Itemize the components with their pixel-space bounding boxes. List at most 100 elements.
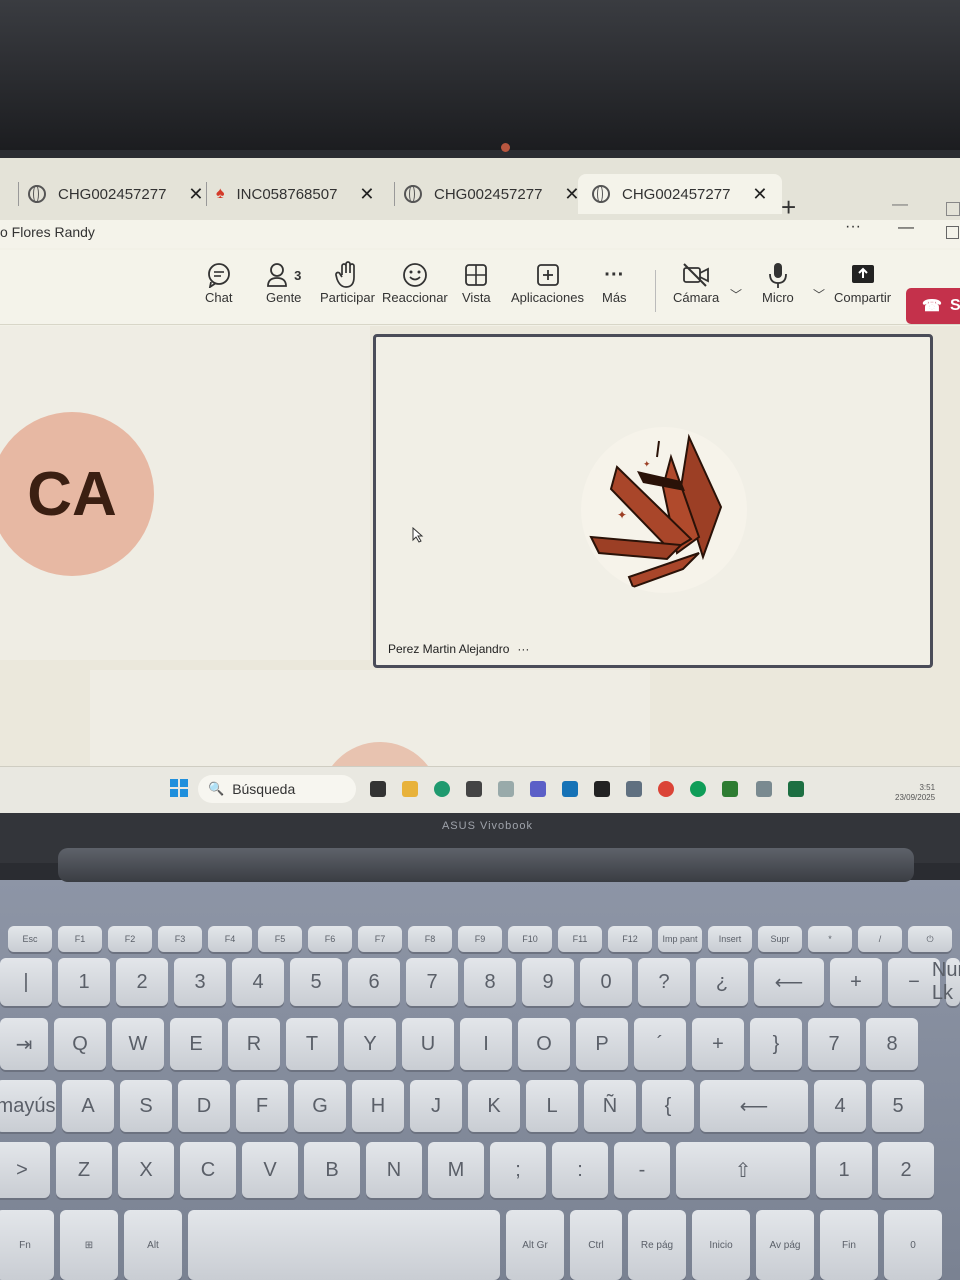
- leave-button[interactable]: ☎ S: [906, 288, 960, 324]
- participant-avatar-logo: ✦ ✦: [581, 427, 747, 593]
- teams-icon[interactable]: [530, 781, 546, 797]
- flame-icon: ♠: [216, 185, 225, 202]
- maximize-icon[interactable]: [946, 226, 959, 239]
- camera-button[interactable]: Cámara: [673, 260, 719, 305]
- keyboard-key: 0: [884, 1210, 942, 1280]
- laptop-brand-label: ASUS Vivobook: [441, 820, 534, 832]
- keyboard-key: B: [304, 1142, 360, 1198]
- taskbar-search[interactable]: 🔍 Búsqueda: [198, 775, 356, 803]
- new-tab-button[interactable]: +: [781, 192, 796, 223]
- react-button[interactable]: Reaccionar: [382, 260, 448, 305]
- snipping-tool-icon[interactable]: [498, 781, 514, 797]
- leave-label: S: [949, 297, 960, 314]
- keyboard-key: J: [410, 1080, 462, 1132]
- participant-name-text: Perez Martin Alejandro: [388, 642, 510, 656]
- keyboard-key: O: [518, 1018, 570, 1070]
- edge-icon[interactable]: [434, 781, 450, 797]
- terminal-icon[interactable]: [594, 781, 610, 797]
- windows-start-icon[interactable]: [170, 779, 188, 797]
- keyboard-key: Z: [56, 1142, 112, 1198]
- window-title-bar: o Flores Randy ··· —: [0, 218, 960, 248]
- excel-icon[interactable]: [788, 781, 804, 797]
- people-icon: 3: [266, 260, 301, 290]
- view-label: Vista: [462, 290, 491, 305]
- keyboard-key: R: [228, 1018, 280, 1070]
- browser-tab[interactable]: CHG002457277 ✕: [404, 174, 580, 214]
- keyboard-key: 7: [808, 1018, 860, 1070]
- raise-hand-button[interactable]: Participar: [320, 260, 375, 305]
- participant-options-icon[interactable]: ···: [517, 642, 529, 656]
- store-icon[interactable]: [466, 781, 482, 797]
- keyboard-key: |: [0, 958, 52, 1006]
- keyboard-key: F12: [608, 926, 652, 952]
- keyboard-key: -: [614, 1142, 670, 1198]
- participant-tile-active[interactable]: ✦ ✦ Perez Martin Alejandro ···: [373, 334, 933, 668]
- chevron-down-icon[interactable]: ﹀: [730, 286, 742, 303]
- keyboard-key: ´: [634, 1018, 686, 1070]
- people-button[interactable]: 3 Gente: [266, 260, 301, 305]
- keyboard-key: F2: [108, 926, 152, 952]
- keyboard-key: E: [170, 1018, 222, 1070]
- keyboard-key: ⊞: [60, 1210, 118, 1280]
- close-icon[interactable]: ✕: [752, 184, 767, 205]
- calendar-app-icon[interactable]: [722, 781, 738, 797]
- remote-desktop-icon[interactable]: [626, 781, 642, 797]
- mic-button[interactable]: Micro: [762, 260, 794, 305]
- close-icon[interactable]: ✕: [188, 184, 203, 205]
- participant-tile[interactable]: CA: [0, 326, 370, 660]
- apps-button[interactable]: Aplicaciones: [511, 260, 584, 305]
- chat-label: Chat: [205, 290, 233, 305]
- keyboard-key: 2: [116, 958, 168, 1006]
- network-tool-icon[interactable]: [756, 781, 772, 797]
- keyboard-key: }: [750, 1018, 802, 1070]
- keyboard-key: 1: [58, 958, 110, 1006]
- file-explorer-icon[interactable]: [402, 781, 418, 797]
- view-button[interactable]: Vista: [462, 260, 491, 305]
- close-icon[interactable]: ✕: [359, 184, 374, 205]
- browser-tab[interactable]: CHG002457277 ✕: [28, 174, 204, 214]
- task-view-icon[interactable]: [370, 781, 386, 797]
- share-button[interactable]: Compartir: [834, 260, 891, 305]
- camera-label: Cámara: [673, 290, 720, 305]
- keyboard-key: P: [576, 1018, 628, 1070]
- minimize-icon[interactable]: —: [898, 219, 914, 237]
- keyboard-key: {: [642, 1080, 694, 1132]
- tab-label: CHG002457277: [622, 185, 731, 203]
- chrome-profile-icon[interactable]: [690, 781, 706, 797]
- keyboard-key: 8: [464, 958, 516, 1006]
- clock-time: 3:51: [919, 783, 936, 792]
- clock-date: 23/09/2025: [895, 793, 936, 802]
- keyboard-key: G: [294, 1080, 346, 1132]
- chat-button[interactable]: Chat: [205, 260, 232, 305]
- keyboard-key: C: [180, 1142, 236, 1198]
- more-options-icon[interactable]: ···: [845, 218, 861, 236]
- keyboard-key: F8: [408, 926, 452, 952]
- outlook-icon[interactable]: [562, 781, 578, 797]
- keyboard-key: L: [526, 1080, 578, 1132]
- maximize-icon[interactable]: [946, 202, 960, 216]
- browser-tab[interactable]: ♠ INC058768507 ✕: [216, 174, 375, 214]
- taskbar-clock[interactable]: 3:51 23/09/2025: [895, 783, 935, 803]
- laptop-hinge: [58, 848, 914, 882]
- keyboard-key: 5: [872, 1080, 924, 1132]
- meeting-stage: CA ✦ ✦ Perez Martin Alejandro ···: [0, 326, 960, 813]
- keyboard-key: 4: [232, 958, 284, 1006]
- minimize-icon[interactable]: —: [892, 196, 908, 214]
- smiley-icon: [402, 260, 428, 290]
- tab-label: CHG002457277: [58, 185, 167, 203]
- meeting-toolbar: Chat 3 Gente Participar Reaccionar Vista…: [0, 250, 960, 325]
- keyboard-key: +: [692, 1018, 744, 1070]
- keyboard-key: F4: [208, 926, 252, 952]
- browser-tab-bar: CHG002457277 ✕ ♠ INC058768507 ✕ CHG00245…: [0, 158, 960, 223]
- svg-text:✦: ✦: [643, 460, 651, 470]
- keyboard-key: X: [118, 1142, 174, 1198]
- chrome-icon[interactable]: [658, 781, 674, 797]
- chevron-down-icon[interactable]: ﹀: [813, 286, 825, 303]
- keyboard-key: +: [830, 958, 882, 1006]
- keyboard-key: mayús: [0, 1080, 56, 1132]
- hand-icon: [334, 260, 360, 290]
- share-icon: [850, 260, 876, 290]
- more-button[interactable]: ··· Más: [602, 260, 627, 306]
- browser-tab-active[interactable]: CHG002457277 ✕: [578, 174, 782, 214]
- raise-label: Participar: [320, 290, 375, 305]
